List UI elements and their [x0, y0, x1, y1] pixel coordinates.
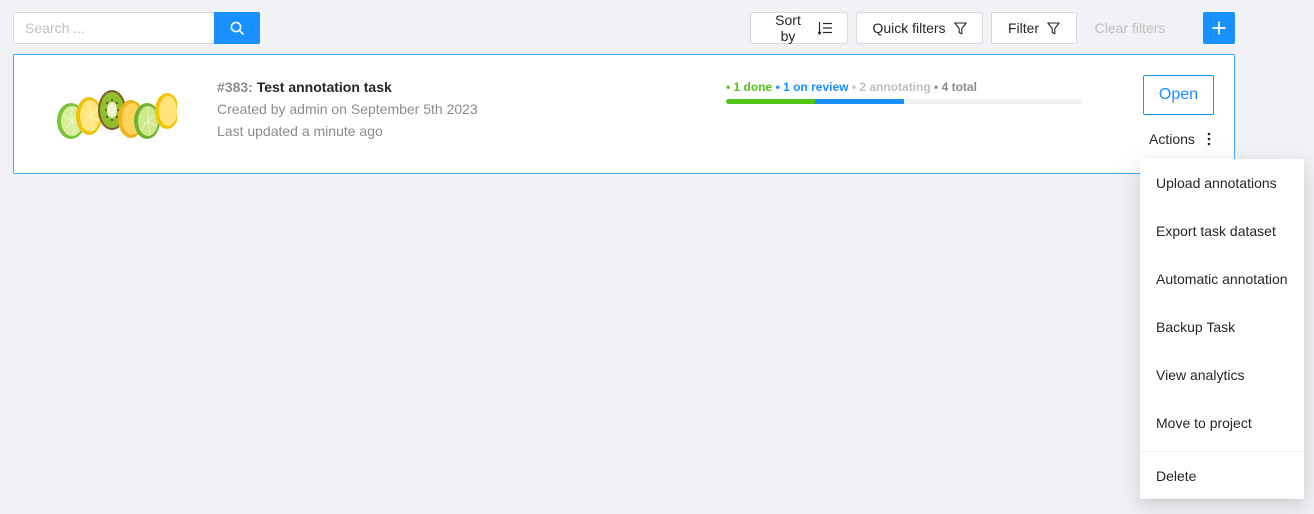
actions-menu: Upload annotations Export task dataset A…	[1140, 159, 1304, 499]
sort-by-button[interactable]: Sort by	[750, 12, 848, 44]
progress-annotating-label: • 2 annotating	[851, 80, 931, 94]
task-name: Test annotation task	[256, 79, 392, 95]
actions-label: Actions	[1149, 131, 1195, 147]
more-vertical-icon	[1207, 132, 1211, 146]
search-input[interactable]	[13, 12, 214, 44]
funnel-icon	[953, 21, 967, 35]
clear-filters-button[interactable]: Clear filters	[1085, 12, 1175, 44]
quick-filters-label: Quick filters	[872, 20, 946, 36]
add-task-button[interactable]	[1203, 12, 1235, 44]
task-id: #383:	[217, 79, 253, 95]
task-updated: Last updated a minute ago	[217, 123, 383, 139]
menu-item-export-task-dataset[interactable]: Export task dataset	[1140, 207, 1304, 255]
progress-review-segment	[815, 99, 904, 104]
plus-icon	[1212, 21, 1226, 35]
filter-button[interactable]: Filter	[991, 12, 1077, 44]
quick-filters-button[interactable]: Quick filters	[856, 12, 983, 44]
menu-item-delete[interactable]: Delete	[1140, 452, 1304, 500]
progress-total-label: • 4 total	[934, 80, 977, 94]
task-progress: • 1 done • 1 on review • 2 annotating • …	[726, 79, 1082, 104]
task-title: #383: Test annotation task	[217, 76, 697, 98]
actions-dropdown-toggle[interactable]: Actions	[1149, 129, 1211, 149]
menu-item-backup-task[interactable]: Backup Task	[1140, 303, 1304, 351]
open-label: Open	[1158, 86, 1199, 103]
task-item-card: #383: Test annotation task Created by ad…	[13, 54, 1235, 174]
progress-bar	[726, 99, 1082, 104]
progress-done-label: • 1 done	[726, 80, 773, 94]
funnel-icon	[1047, 21, 1060, 35]
menu-item-automatic-annotation[interactable]: Automatic annotation	[1140, 255, 1304, 303]
search-bar	[13, 12, 260, 44]
clear-filters-label: Clear filters	[1094, 20, 1166, 36]
task-preview-image[interactable]	[55, 75, 177, 155]
search-icon	[230, 21, 244, 35]
menu-item-view-analytics[interactable]: View analytics	[1140, 351, 1304, 399]
progress-review-label: • 1 on review	[775, 80, 849, 94]
menu-item-upload-annotations[interactable]: Upload annotations	[1140, 159, 1304, 207]
open-task-button[interactable]: Open	[1143, 75, 1214, 115]
menu-item-move-to-project[interactable]: Move to project	[1140, 399, 1304, 447]
sort-by-label: Sort by	[775, 12, 801, 44]
filter-label: Filter	[1007, 20, 1040, 36]
task-info: #383: Test annotation task Created by ad…	[217, 76, 697, 142]
progress-done-segment	[726, 99, 815, 104]
sort-list-icon	[818, 21, 832, 35]
search-button[interactable]	[214, 12, 260, 44]
progress-legend: • 1 done • 1 on review • 2 annotating • …	[726, 79, 1082, 95]
task-created: Created by admin on September 5th 2023	[217, 101, 478, 117]
